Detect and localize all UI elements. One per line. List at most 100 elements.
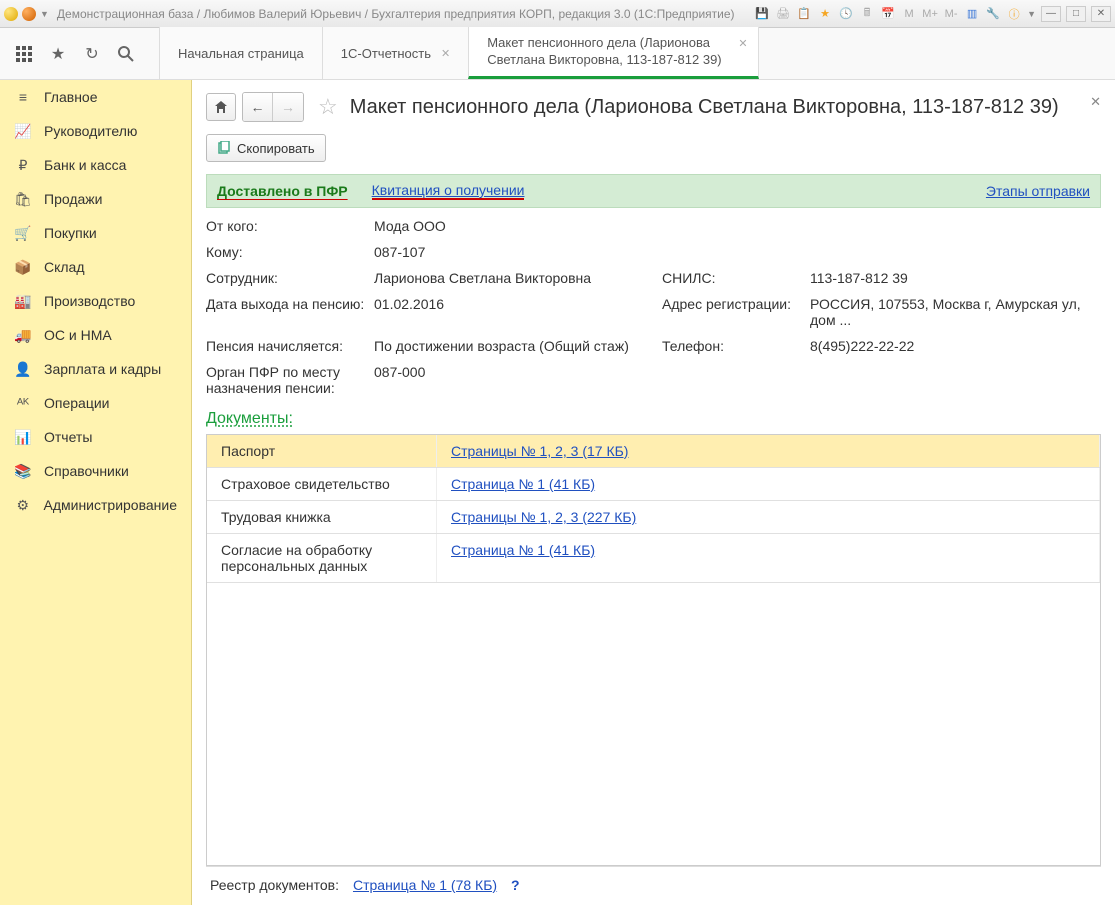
table-row[interactable]: Паспорт Страницы № 1, 2, 3 (17 КБ) xyxy=(207,435,1100,468)
favorite-star-icon[interactable]: ☆ xyxy=(318,94,338,120)
doc-name: Согласие на обработку персональных данны… xyxy=(207,534,437,582)
sidebar-label: Главное xyxy=(44,89,98,105)
close-window-button[interactable]: ✕ xyxy=(1091,6,1111,22)
stages-link[interactable]: Этапы отправки xyxy=(986,183,1090,199)
sidebar-label: Администрирование xyxy=(44,497,178,513)
minimize-button[interactable]: — xyxy=(1041,6,1061,22)
doc-link[interactable]: Страницы № 1, 2, 3 (227 КБ) xyxy=(451,509,636,525)
sidebar-item-admin[interactable]: ⚙Администрирование xyxy=(0,488,191,522)
dropdown-chevron-icon[interactable]: ▼ xyxy=(40,9,49,19)
save-icon[interactable]: 💾 xyxy=(754,6,770,22)
doc-name: Трудовая книжка xyxy=(207,501,437,533)
doc-link[interactable]: Страница № 1 (41 КБ) xyxy=(451,476,595,492)
tab-reporting[interactable]: 1С-Отчетность ✕ xyxy=(322,27,469,79)
tab-pension-case[interactable]: Макет пенсионного дела (Ларионова Светла… xyxy=(468,27,758,79)
sidebar-item-sales[interactable]: 🛍Продажи xyxy=(0,182,191,216)
book-icon: 📚 xyxy=(14,462,32,480)
home-button[interactable] xyxy=(206,93,236,121)
sidebar-item-purchases[interactable]: 🛒Покупки xyxy=(0,216,191,250)
info-chevron-icon[interactable]: ▼ xyxy=(1027,9,1036,19)
doc-link[interactable]: Страница № 1 (41 КБ) xyxy=(451,542,595,558)
sidebar-item-main[interactable]: ≡ Главное xyxy=(0,80,191,114)
close-page-icon[interactable]: ✕ xyxy=(1090,94,1101,110)
sidebar-label: Склад xyxy=(44,259,85,275)
tab-close-icon[interactable]: ✕ xyxy=(738,37,747,51)
employee-label: Сотрудник: xyxy=(206,270,366,286)
app-dropdown-icon[interactable] xyxy=(22,7,36,21)
tab-start-page[interactable]: Начальная страница xyxy=(159,27,323,79)
sidebar-item-references[interactable]: 📚Справочники xyxy=(0,454,191,488)
table-row[interactable]: Согласие на обработку персональных данны… xyxy=(207,534,1100,583)
toolbar-left: ★ ↻ xyxy=(0,28,160,79)
from-label: От кого: xyxy=(206,218,366,234)
help-link[interactable]: ? xyxy=(511,877,520,893)
receipt-link[interactable]: Квитанция о получении xyxy=(372,182,525,200)
info-icon[interactable]: ⓘ xyxy=(1006,6,1022,22)
content-area: ✕ ← → ☆ Макет пенсионного дела (Ларионов… xyxy=(192,80,1115,905)
content-toolbar: ← → ☆ Макет пенсионного дела (Ларионова … xyxy=(206,92,1101,122)
sidebar: ≡ Главное 📈Руководителю ₽Банк и касса 🛍Пр… xyxy=(0,80,192,905)
person-icon: 👤 xyxy=(14,360,32,378)
maximize-button[interactable]: □ xyxy=(1066,6,1086,22)
star-icon[interactable]: ★ xyxy=(817,6,833,22)
table-row[interactable]: Трудовая книжка Страницы № 1, 2, 3 (227 … xyxy=(207,501,1100,534)
clipboard-icon[interactable]: 📋 xyxy=(796,6,812,22)
sidebar-item-assets[interactable]: 🚚ОС и НМА xyxy=(0,318,191,352)
factory-icon: 🏭 xyxy=(14,292,32,310)
m-plus-icon[interactable]: M+ xyxy=(922,6,938,22)
sidebar-item-manager[interactable]: 📈Руководителю xyxy=(0,114,191,148)
clock-icon[interactable]: 🕓 xyxy=(838,6,854,22)
m-icon[interactable]: M xyxy=(901,6,917,22)
m-minus-icon[interactable]: M- xyxy=(943,6,959,22)
apps-icon[interactable] xyxy=(14,44,34,64)
page-title: Макет пенсионного дела (Ларионова Светла… xyxy=(350,96,1059,119)
documents-heading: Документы: xyxy=(206,410,1101,428)
back-button[interactable]: ← xyxy=(243,93,273,121)
doc-name: Паспорт xyxy=(207,435,437,467)
history-icon[interactable]: ↻ xyxy=(82,44,102,64)
registry-link[interactable]: Страница № 1 (78 КБ) xyxy=(353,877,497,893)
tab-label-line2: Светлана Викторовна, 113-187-812 39) xyxy=(487,52,721,69)
pfr-org-value: 087-000 xyxy=(374,364,654,380)
box-icon: 📦 xyxy=(14,258,32,276)
tab-label: 1С-Отчетность xyxy=(341,46,431,61)
snils-label: СНИЛС: xyxy=(662,270,802,286)
panels-icon[interactable]: ▥ xyxy=(964,6,980,22)
sidebar-item-payroll[interactable]: 👤Зарплата и кадры xyxy=(0,352,191,386)
search-icon[interactable] xyxy=(116,44,136,64)
tab-close-icon[interactable]: ✕ xyxy=(441,47,450,60)
pension-calc-value: По достижении возраста (Общий стаж) xyxy=(374,338,654,354)
doc-name: Страховое свидетельство xyxy=(207,468,437,500)
copy-button[interactable]: Скопировать xyxy=(206,134,326,162)
print-icon[interactable]: 🖨 xyxy=(775,6,791,22)
sidebar-item-operations[interactable]: ᴬᴷОперации xyxy=(0,386,191,420)
sidebar-item-bank[interactable]: ₽Банк и касса xyxy=(0,148,191,182)
sidebar-item-production[interactable]: 🏭Производство xyxy=(0,284,191,318)
calc-icon[interactable]: 🖩 xyxy=(859,6,875,22)
sidebar-item-reports[interactable]: 📊 Отчеты xyxy=(0,420,191,454)
sidebar-label: ОС и НМА xyxy=(44,327,112,343)
pension-date-label: Дата выхода на пенсию: xyxy=(206,296,366,312)
window-titlebar: ▼ Демонстрационная база / Любимов Валери… xyxy=(0,0,1115,28)
main-layout: ≡ Главное 📈Руководителю ₽Банк и касса 🛍Пр… xyxy=(0,80,1115,905)
calendar-icon[interactable]: 📅 xyxy=(880,6,896,22)
address-value: РОССИЯ, 107553, Москва г, Амурская ул, д… xyxy=(810,296,1101,328)
documents-table: Паспорт Страницы № 1, 2, 3 (17 КБ) Страх… xyxy=(206,434,1101,866)
forward-button[interactable]: → xyxy=(273,93,303,121)
sidebar-label: Отчеты xyxy=(44,429,92,445)
pfr-org-label: Орган ПФР по месту назначения пенсии: xyxy=(206,364,366,396)
star-outline-icon[interactable]: ★ xyxy=(48,44,68,64)
sidebar-label: Операции xyxy=(44,395,110,411)
app-icon-1c xyxy=(4,7,18,21)
report-icon: 📊 xyxy=(14,428,32,446)
table-row[interactable]: Страховое свидетельство Страница № 1 (41… xyxy=(207,468,1100,501)
tab-label-line1: Макет пенсионного дела (Ларионова xyxy=(487,35,710,52)
menu-icon: ≡ xyxy=(14,88,32,106)
sidebar-item-warehouse[interactable]: 📦 Склад xyxy=(0,250,191,284)
doc-link[interactable]: Страницы № 1, 2, 3 (17 КБ) xyxy=(451,443,628,459)
ruble-icon: ₽ xyxy=(14,156,32,174)
titlebar-right: 💾 🖨 📋 ★ 🕓 🖩 📅 M M+ M- ▥ 🔧 ⓘ ▼ — □ ✕ xyxy=(754,6,1111,22)
sidebar-label: Продажи xyxy=(44,191,102,207)
info-fields: От кого: Мода ООО Кому: 087-107 Сотрудни… xyxy=(206,218,1101,396)
tools-icon[interactable]: 🔧 xyxy=(985,6,1001,22)
